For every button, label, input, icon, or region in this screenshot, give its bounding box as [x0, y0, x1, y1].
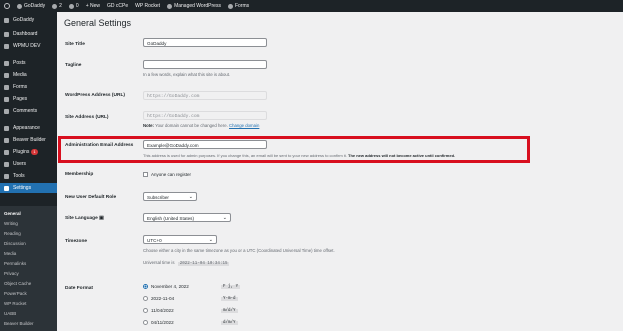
wp-address-input[interactable]: https://GoDaddy.com — [143, 91, 267, 100]
adminbar-updates[interactable]: 2 — [52, 3, 62, 9]
settings-submenu: General Writing Reading Discussion Media… — [0, 206, 57, 331]
adminbar-item-forms[interactable]: Forms — [227, 3, 249, 9]
site-address-input[interactable]: https://GoDaddy.com — [143, 111, 267, 120]
adminbar-site-name[interactable]: GoDaddy — [17, 3, 45, 9]
submenu-media[interactable]: Media — [4, 251, 16, 256]
main-content: General Settings Site Title GoDaddy Tagl… — [57, 12, 623, 331]
tagline-input[interactable] — [143, 60, 267, 69]
date-format-option[interactable]: 2022-11-04 Y-m-d — [143, 296, 238, 301]
radio-unchecked[interactable] — [143, 308, 148, 313]
date-format-option[interactable]: 11/04/2022 m/d/Y — [143, 308, 238, 313]
timezone-label: Timezone — [65, 239, 88, 244]
page-title: General Settings — [64, 18, 132, 28]
site-language-select[interactable]: English (United States) ⌄ — [143, 213, 231, 222]
submenu-reading[interactable]: Reading — [4, 231, 21, 236]
sidebar-item-media[interactable]: Media — [0, 70, 57, 80]
plus-icon: + — [85, 3, 89, 9]
wrench-icon — [4, 173, 9, 179]
timezone-select[interactable]: UTC+0 ⌄ — [143, 235, 217, 244]
radio-unchecked[interactable] — [143, 296, 148, 301]
comment-icon — [4, 108, 9, 114]
update-count-badge: 1 — [31, 149, 38, 155]
submenu-privacy[interactable]: Privacy — [4, 271, 19, 276]
site-address-label: Site Address (URL) — [65, 115, 109, 120]
sidebar-item-wpmu-dev[interactable]: WPMU DEV — [0, 41, 57, 51]
sidebar-item-godaddy[interactable]: GoDaddy — [0, 15, 57, 25]
adminbar-new[interactable]: + New — [86, 3, 100, 9]
admin-sidebar: GoDaddy Dashboard WPMU DEV Posts Media F… — [0, 12, 57, 331]
change-domain-link[interactable]: Change domain — [229, 123, 259, 128]
default-role-select[interactable]: Subscriber ⌄ — [143, 192, 197, 201]
submenu-uabb[interactable]: UABB — [4, 311, 16, 316]
sidebar-item-users[interactable]: Users — [0, 159, 57, 169]
users-icon — [4, 161, 9, 167]
date-format-label: Date Format — [65, 286, 93, 291]
dashboard-icon — [4, 31, 9, 37]
date-format-option[interactable]: 04/11/2022 d/m/Y — [143, 320, 238, 325]
adminbar-item-gd[interactable]: GD cCPe — [107, 3, 128, 9]
sidebar-item-settings[interactable]: Settings — [0, 183, 57, 193]
forms-icon — [227, 3, 233, 9]
universal-time: Universal time is 2022-11-04 10:34:15 — [143, 260, 230, 266]
media-icon — [4, 72, 9, 78]
site-language-label: Site Language ▣ — [65, 216, 104, 221]
site-title-label: Site Title — [65, 42, 85, 47]
submenu-beaver-builder[interactable]: Beaver Builder — [4, 321, 34, 326]
sidebar-item-pages[interactable]: Pages — [0, 94, 57, 104]
home-icon — [17, 3, 22, 9]
sidebar-item-tools[interactable]: Tools — [0, 171, 57, 181]
sidebar-item-forms[interactable]: Forms — [0, 82, 57, 92]
adminbar-comments[interactable]: 0 — [68, 3, 79, 9]
submenu-discussion[interactable]: Discussion — [4, 241, 26, 246]
sidebar-item-plugins[interactable]: Plugins 1 — [0, 147, 57, 157]
page-icon — [4, 96, 9, 102]
chevron-down-icon: ⌄ — [208, 237, 213, 243]
admin-bar: GoDaddy 2 0 + New GD cCPe WP Rocket Mana… — [0, 0, 623, 12]
date-format-option[interactable]: November 4, 2022 F j, Y — [143, 284, 241, 289]
sidebar-item-comments[interactable]: Comments — [0, 106, 57, 116]
submenu-powerpack[interactable]: PowerPack — [4, 291, 27, 296]
wordpress-logo-icon[interactable] — [4, 3, 10, 9]
default-role-label: New User Default Role — [65, 195, 117, 200]
sidebar-item-dashboard[interactable]: Dashboard — [0, 29, 57, 39]
sidebar-item-appearance[interactable]: Appearance — [0, 123, 57, 133]
radio-checked[interactable] — [143, 284, 148, 289]
comment-icon — [68, 3, 74, 9]
chevron-down-icon: ⌄ — [222, 215, 227, 221]
adminbar-item-wp-rocket[interactable]: WP Rocket — [135, 3, 160, 9]
sidebar-item-posts[interactable]: Posts — [0, 58, 57, 68]
brush-icon — [4, 125, 9, 131]
submenu-general[interactable]: General — [4, 211, 21, 216]
site-address-note: Note: Your domain cannot be changed here… — [143, 123, 260, 128]
radio-unchecked[interactable] — [143, 320, 148, 325]
checkbox-box[interactable] — [143, 172, 148, 177]
beaver-icon — [4, 137, 9, 143]
wp-address-label: WordPress Address (URL) — [65, 93, 125, 98]
chevron-down-icon: ⌄ — [188, 194, 193, 200]
pin-icon — [4, 60, 9, 66]
wpmu-icon — [4, 43, 9, 49]
tagline-description: In a few words, explain what this site i… — [143, 72, 231, 77]
settings-icon — [4, 185, 9, 191]
godaddy-icon — [167, 3, 173, 9]
godaddy-icon — [4, 17, 9, 23]
sidebar-item-beaver-builder[interactable]: Beaver Builder — [0, 135, 57, 145]
highlight-box — [58, 136, 530, 163]
adminbar-item-managed-wordpress[interactable]: Managed WordPress — [167, 3, 221, 9]
submenu-wp-rocket[interactable]: WP Rocket — [4, 301, 26, 306]
membership-label: Membership — [65, 172, 94, 177]
submenu-object-cache[interactable]: Object Cache — [4, 281, 31, 286]
tagline-label: Tagline — [65, 63, 82, 68]
submenu-writing[interactable]: Writing — [4, 221, 18, 226]
membership-checkbox[interactable]: Anyone can register — [143, 172, 191, 177]
updates-icon — [52, 3, 58, 9]
timezone-description: Choose either a city in the same timezon… — [143, 248, 335, 253]
site-title-input[interactable]: GoDaddy — [143, 38, 267, 47]
translate-icon: ▣ — [99, 216, 104, 221]
submenu-permalinks[interactable]: Permalinks — [4, 261, 26, 266]
forms-icon — [4, 84, 9, 90]
plugin-icon — [4, 149, 9, 155]
